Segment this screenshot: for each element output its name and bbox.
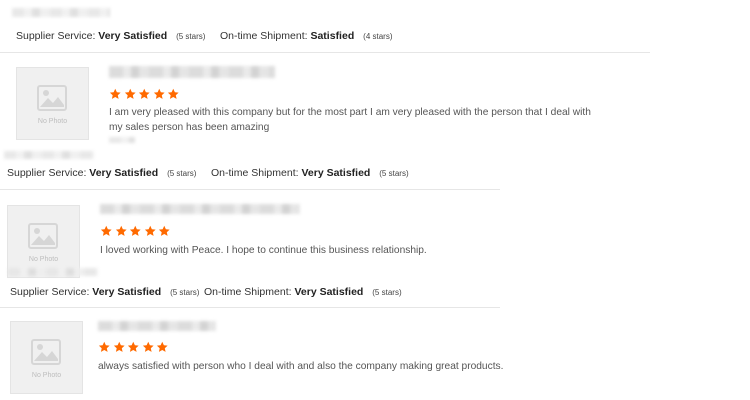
star-icon [153, 88, 165, 99]
star-icon [144, 225, 156, 236]
star-icon [124, 88, 136, 99]
rating-summary: Supplier Service: Very Satisfied (5 star… [16, 30, 206, 42]
star-icon [167, 88, 179, 99]
no-photo-label: No Photo [31, 372, 62, 379]
blurred-buyer-info [4, 151, 94, 159]
no-photo-label: No Photo [28, 256, 59, 263]
shipment-summary: On-time Shipment: Very Satisfied (5 star… [211, 167, 409, 179]
star-icon [142, 341, 154, 352]
buyer-photo: No Photo [10, 321, 83, 394]
blurred-buyer-info [12, 8, 110, 17]
star-icon [156, 341, 168, 352]
blurred-buyer-name [109, 66, 275, 78]
divider [0, 189, 500, 190]
star-icon [98, 341, 110, 352]
star-rating [98, 341, 169, 355]
image-placeholder-icon [37, 85, 67, 111]
divider [0, 307, 500, 308]
star-icon [115, 225, 127, 236]
shipment-summary: On-time Shipment: Very Satisfied (5 star… [204, 286, 402, 298]
star-icon [138, 88, 150, 99]
blurred-buyer-name [98, 321, 216, 331]
image-placeholder-icon [28, 223, 58, 249]
blurred-buyer-name [100, 204, 300, 214]
star-icon [109, 88, 121, 99]
blurred-date [109, 137, 135, 143]
no-photo-label: No Photo [37, 118, 68, 125]
star-rating [109, 88, 180, 102]
review-text: always satisfied with person who I deal … [98, 361, 504, 372]
review-text: I am very pleased with this company but … [109, 107, 591, 133]
image-placeholder-icon [31, 339, 61, 365]
shipment-summary: On-time Shipment: Satisfied (4 stars) [220, 30, 393, 42]
star-icon [129, 225, 141, 236]
blurred-buyer-info [8, 268, 98, 276]
star-rating [100, 225, 171, 239]
rating-summary: Supplier Service: Very Satisfied (5 star… [7, 167, 197, 179]
buyer-photo: No Photo [16, 67, 89, 140]
star-icon [113, 341, 125, 352]
review-text: I loved working with Peace. I hope to co… [100, 245, 427, 256]
divider [0, 52, 650, 53]
rating-summary: Supplier Service: Very Satisfied (5 star… [10, 286, 200, 298]
star-icon [100, 225, 112, 236]
star-icon [158, 225, 170, 236]
star-icon [127, 341, 139, 352]
